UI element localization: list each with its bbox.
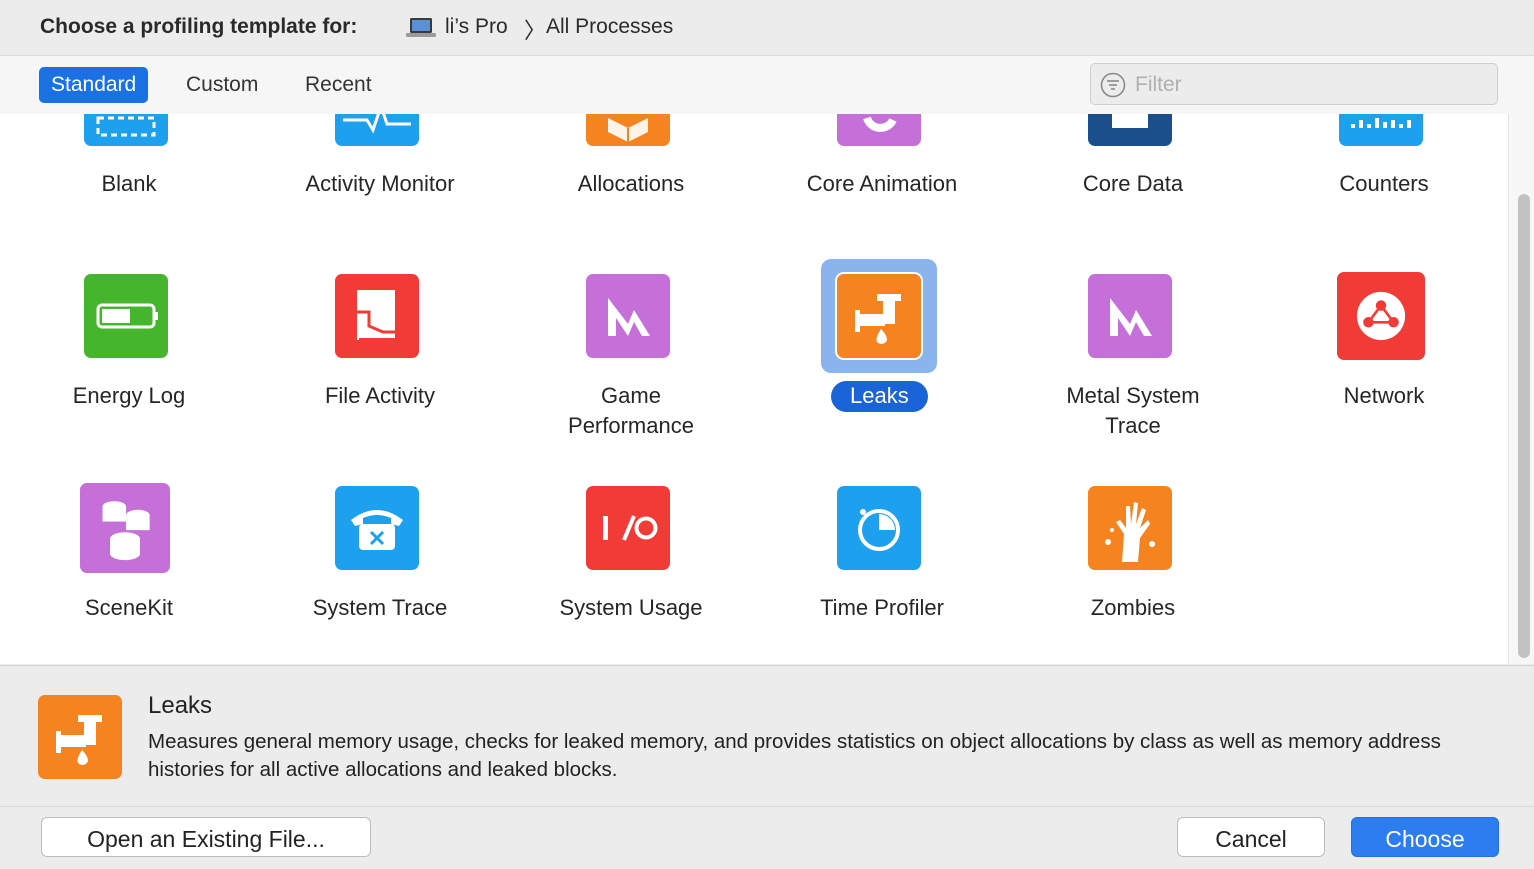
template-label: Blank [101,171,157,196]
choose-button[interactable]: Choose [1351,817,1499,857]
filter-icon [1100,72,1126,98]
dialog-title: Choose a profiling template for: [40,15,358,38]
template-label: System Usage [559,595,703,620]
template-label: Core Data [1082,171,1184,196]
template-tab-bar: Standard Custom Recent [0,55,1534,115]
leaks-faucet-icon [38,695,122,779]
grid-scrollbar[interactable] [1508,114,1534,664]
file-activity-icon [335,274,419,358]
cancel-button[interactable]: Cancel [1177,817,1325,857]
metal-icon [1088,274,1172,358]
stopwatch-icon [837,486,921,570]
template-label: SceneKit [84,595,174,620]
template-label: Energy Log [72,383,186,408]
io-icon [586,486,670,570]
battery-icon [84,274,168,358]
template-label: Activity Monitor [305,171,455,196]
target-device[interactable]: li’s Pro [445,15,508,39]
tab-custom[interactable]: Custom [174,67,270,103]
chevron-right-icon: 〉 [524,18,547,43]
blank-icon [84,114,168,146]
core-data-icon [1088,114,1172,146]
zombie-hand-icon [1088,486,1172,570]
filter-field[interactable] [1090,63,1498,105]
description-title: Leaks [148,692,213,719]
tab-recent[interactable]: Recent [293,67,384,103]
template-label-line1: Game [601,383,661,408]
template-grid: Blank Activity Monitor Allocations Core … [0,114,1534,664]
counters-icon [1339,114,1423,146]
activity-monitor-icon [335,114,419,146]
tab-standard[interactable]: Standard [39,67,149,103]
dialog-footer: Open an Existing File... Cancel Choose [0,806,1534,869]
template-label: Network [1343,383,1425,408]
network-globe-icon [1337,272,1425,360]
open-existing-file-button[interactable]: Open an Existing File... [41,817,371,857]
scenekit-icon [80,483,170,573]
filter-input[interactable] [1133,68,1487,102]
selected-template-label: Leaks [831,381,928,412]
template-label: Counters [1339,171,1429,196]
template-label: Time Profiler [820,595,944,620]
template-label: Zombies [1090,595,1176,620]
template-description-panel: Leaks Measures general memory usage, che… [0,665,1534,806]
template-label: Allocations [577,171,685,196]
template-label-line1: Metal System [1066,383,1200,408]
template-label: Core Animation [806,171,958,196]
template-label: File Activity [324,383,436,408]
metal-icon [586,274,670,358]
target-process[interactable]: All Processes [546,15,673,39]
telephone-icon [335,486,419,570]
template-label-line2: Trace [1105,413,1161,438]
scrollbar-thumb[interactable] [1518,194,1530,658]
allocations-icon [586,114,670,146]
leaks-faucet-icon [837,274,921,358]
laptop-icon [406,17,436,39]
core-animation-icon [837,114,921,146]
description-text: Measures general memory usage, checks fo… [148,730,1441,781]
template-label: System Trace [312,595,448,620]
template-label-line2: Performance [568,413,694,438]
window-header: Choose a profiling template for: li’s Pr… [0,0,1534,55]
